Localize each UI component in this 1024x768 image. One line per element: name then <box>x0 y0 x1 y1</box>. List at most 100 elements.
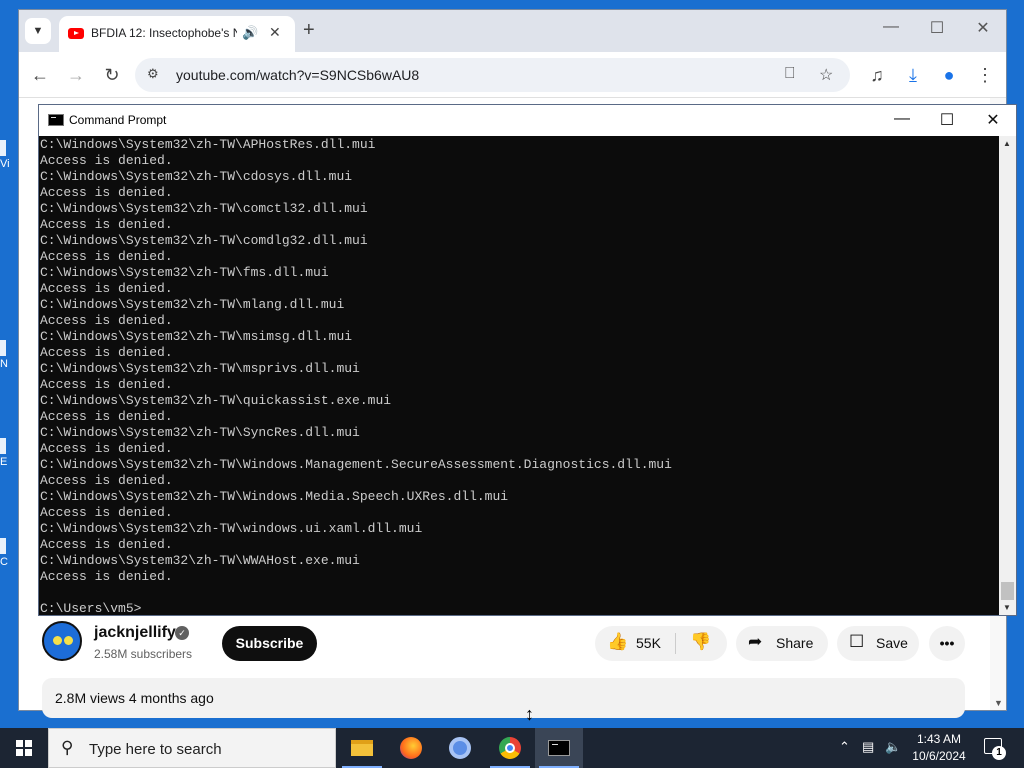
console-output[interactable]: C:\Windows\System32\zh-TW\APHostRes.dll.… <box>40 136 1000 615</box>
console-line: C:\Windows\System32\zh-TW\msprivs.dll.mu… <box>40 361 360 376</box>
console-line: Access is denied. <box>40 345 173 360</box>
taskbar-firefox[interactable] <box>387 728 435 768</box>
console-line: Access is denied. <box>40 249 173 264</box>
verified-icon: ✓ <box>175 626 189 640</box>
forward-icon[interactable]: → <box>63 62 89 88</box>
tab-strip: ▼ BFDIA 12: Insectophobe's N 🔊 ✕ + — ☐ ✕ <box>19 10 1006 52</box>
close-window-icon[interactable]: ✕ <box>968 18 998 38</box>
audio-icon[interactable]: 🔊 <box>242 25 258 41</box>
console-line: Access is denied. <box>40 153 173 168</box>
notification-badge: 1 <box>992 746 1006 760</box>
scroll-up-icon[interactable]: ▲ <box>1003 139 1011 148</box>
taskbar-command-prompt[interactable] <box>535 728 583 768</box>
network-icon[interactable]: ▤ <box>862 739 874 755</box>
scroll-thumb[interactable] <box>1001 582 1014 600</box>
share-icon: ➦ <box>748 632 763 651</box>
channel-name[interactable]: jacknjellify <box>94 624 176 642</box>
site-info-icon[interactable]: ⚙ <box>147 66 159 82</box>
console-line: C:\Windows\System32\zh-TW\cdosys.dll.mui <box>40 169 353 184</box>
scroll-down-icon[interactable]: ▼ <box>994 698 1003 708</box>
desktop-icon[interactable]: Vi <box>0 140 18 170</box>
desktop-icon[interactable]: C <box>0 538 18 568</box>
clock-date: 10/6/2024 <box>912 749 966 763</box>
taskbar-chromium[interactable] <box>436 728 484 768</box>
subscribe-button[interactable]: Subscribe <box>222 626 317 661</box>
reload-icon[interactable]: ↻ <box>99 62 125 88</box>
console-line: C:\Windows\System32\zh-TW\mlang.dll.mui <box>40 297 345 312</box>
download-icon[interactable]: ⤓ <box>900 62 926 88</box>
install-app-icon[interactable]: ⎕ <box>785 65 795 83</box>
chromium-icon <box>449 737 471 759</box>
console-line: C:\Windows\System32\zh-TW\windows.ui.xam… <box>40 521 423 536</box>
console-line: Access is denied. <box>40 473 173 488</box>
profile-icon[interactable]: ● <box>936 62 962 88</box>
console-line: C:\Windows\System32\zh-TW\SyncRes.dll.mu… <box>40 425 360 440</box>
back-icon[interactable]: ← <box>27 62 53 88</box>
search-placeholder: Type here to search <box>89 741 222 758</box>
resize-cursor-icon: ↕ <box>525 704 534 724</box>
close-icon[interactable]: ✕ <box>269 24 281 41</box>
console-line: Access is denied. <box>40 313 173 328</box>
tab-search-button[interactable]: ▼ <box>25 18 51 44</box>
share-button[interactable]: ➦ Share <box>736 626 828 661</box>
console-line: Access is denied. <box>40 409 173 424</box>
maximize-icon[interactable]: ☐ <box>922 18 952 38</box>
like-count[interactable]: 55K <box>636 635 661 651</box>
address-bar[interactable]: ⚙ youtube.com/watch?v=S9NCSb6wAU8 ⎕ ☆ <box>135 58 850 92</box>
console-line: C:\Windows\System32\zh-TW\APHostRes.dll.… <box>40 137 376 152</box>
minimize-icon[interactable]: — <box>876 18 906 36</box>
folder-icon <box>351 740 373 756</box>
close-icon[interactable]: ✕ <box>978 110 1008 130</box>
plus-icon[interactable]: + <box>303 18 315 42</box>
maximize-icon[interactable]: ☐ <box>932 110 962 130</box>
console-line: Access is denied. <box>40 569 173 584</box>
thumbs-up-icon[interactable]: 👍 <box>607 632 628 652</box>
url-text[interactable]: youtube.com/watch?v=S9NCSb6wAU8 <box>176 67 419 83</box>
channel-avatar[interactable] <box>42 621 82 661</box>
menu-dots-icon[interactable]: ⋮ <box>972 62 998 88</box>
taskbar-file-explorer[interactable] <box>338 728 386 768</box>
cmd-scrollbar[interactable]: ▲ ▼ <box>999 136 1016 615</box>
console-line: C:\Windows\System32\zh-TW\fms.dll.mui <box>40 265 329 280</box>
console-line: C:\Windows\System32\zh-TW\comctl32.dll.m… <box>40 201 368 216</box>
subscriber-count: 2.58M subscribers <box>94 647 193 661</box>
cmd-title: Command Prompt <box>69 113 167 127</box>
search-icon: ⚲ <box>61 738 74 757</box>
console-line: C:\Users\vm5> <box>40 601 142 615</box>
youtube-icon <box>68 28 84 39</box>
chevron-up-icon[interactable]: ⌃ <box>839 739 850 755</box>
divider <box>675 633 676 654</box>
like-dislike-group: 👍 55K 👎 <box>595 626 727 661</box>
desktop-icon-label: E <box>0 456 8 468</box>
system-clock[interactable]: 1:43 AM 10/6/2024 <box>908 731 970 765</box>
save-label: Save <box>876 635 908 651</box>
scroll-down-icon[interactable]: ▼ <box>1003 603 1011 612</box>
taskbar-search[interactable]: ⚲ Type here to search <box>48 728 336 768</box>
tab-title: BFDIA 12: Insectophobe's N <box>91 26 237 40</box>
volume-icon[interactable]: 🔈 <box>885 739 901 755</box>
console-line: Access is denied. <box>40 441 173 456</box>
start-button[interactable] <box>0 728 48 768</box>
save-button[interactable]: ☐ Save <box>837 626 919 661</box>
command-prompt-window[interactable]: Command Prompt — ☐ ✕ C:\Windows\System32… <box>38 104 1017 616</box>
tab-youtube[interactable]: BFDIA 12: Insectophobe's N 🔊 ✕ <box>59 16 295 52</box>
taskbar-chrome[interactable] <box>486 728 534 768</box>
share-label: Share <box>776 635 814 651</box>
thumbs-down-icon[interactable]: 👎 <box>690 632 711 652</box>
minimize-icon[interactable]: — <box>887 110 917 128</box>
desktop-icon-label: N <box>0 358 8 370</box>
cmd-title-bar[interactable]: Command Prompt — ☐ ✕ <box>39 105 1016 136</box>
more-actions-button[interactable]: ••• <box>929 626 965 661</box>
desktop-icon-label: C <box>0 556 8 568</box>
cmd-icon <box>48 114 64 126</box>
bookmark-star-icon[interactable]: ☆ <box>819 65 833 85</box>
console-line: Access is denied. <box>40 537 173 552</box>
description-box[interactable]: 2.8M views 4 months ago <box>42 678 965 718</box>
desktop-icon[interactable]: N <box>0 340 18 370</box>
chevron-down-icon: ▼ <box>32 25 44 37</box>
console-line: Access is denied. <box>40 217 173 232</box>
firefox-icon <box>400 737 422 759</box>
media-control-icon[interactable]: ♫ <box>864 62 890 88</box>
desktop-icon[interactable]: E <box>0 438 18 468</box>
